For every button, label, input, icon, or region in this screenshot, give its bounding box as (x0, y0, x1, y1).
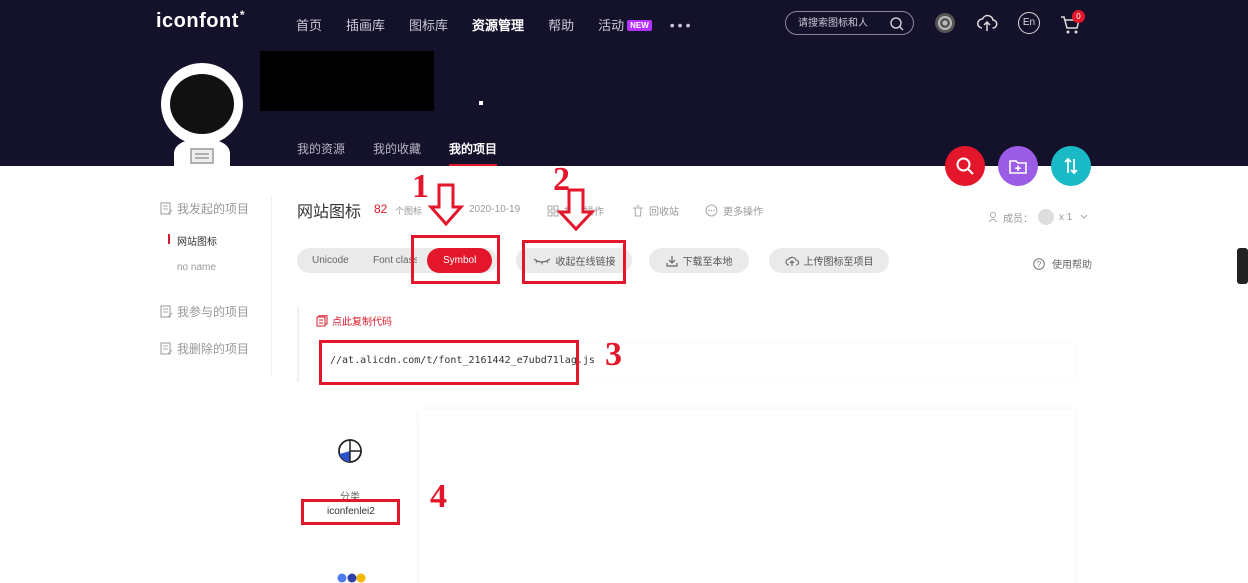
svg-text:?: ? (1037, 260, 1042, 269)
sidebar-item-label: no name (177, 262, 216, 273)
logo-mark: * (239, 8, 246, 22)
download-label: 下载至本地 (682, 257, 733, 268)
page-scrollbar[interactable] (1237, 248, 1248, 284)
cart-count-badge: 0 (1072, 10, 1085, 23)
astronaut-avatar (161, 63, 243, 166)
usage-help-label: 使用帮助 (1052, 260, 1092, 271)
annotation-arrow-2 (557, 188, 595, 232)
more-circle-icon (705, 204, 718, 217)
annotation-box-1 (411, 235, 500, 284)
profile-tabs: 我的资源 我的收藏 我的项目 (297, 140, 525, 166)
icon-count: 82 (374, 202, 388, 216)
trash-icon (633, 205, 643, 216)
copy-icon (316, 314, 328, 326)
member-avatar (1038, 209, 1054, 225)
new-project-fab-button[interactable] (998, 146, 1038, 186)
annotation-box-2 (522, 240, 626, 284)
annotation-number-3: 3 (605, 336, 622, 373)
search-icon (956, 157, 974, 175)
upload-cloud-icon (785, 256, 799, 266)
redacted-username (260, 51, 434, 111)
project-doc-icon (160, 342, 173, 355)
colored-dots-icon (337, 573, 366, 583)
code-area-border (297, 307, 299, 382)
copy-code-link[interactable]: 点此复制代码 (316, 313, 392, 328)
project-date: 2020-10-19 (469, 204, 521, 215)
members-control[interactable]: 成员： x 1 (988, 209, 1088, 225)
search-fab-button[interactable] (945, 146, 985, 186)
top-header: iconfont* 首页 插画库 图标库 资源管理 帮助 活动NEW ••• E… (0, 0, 1248, 166)
upload-to-project-button[interactable]: 上传图标至项目 (769, 248, 889, 273)
nav-resource-management[interactable]: 资源管理 (472, 15, 524, 34)
project-doc-icon (160, 202, 173, 215)
search-box (785, 11, 914, 35)
nav-activity-label: 活动 (598, 18, 625, 33)
members-label: 成员： (1003, 213, 1033, 225)
more-nav-button[interactable]: ••• (670, 17, 694, 33)
copy-code-label: 点此复制代码 (332, 317, 392, 328)
tab-my-resources[interactable]: 我的资源 (297, 140, 345, 166)
download-button[interactable]: 下载至本地 (649, 248, 749, 273)
search-input[interactable] (798, 15, 888, 31)
sidebar-group-deleted[interactable]: 我删除的项目 (160, 340, 249, 357)
search-icon[interactable] (889, 16, 905, 32)
profile-dot (479, 101, 483, 105)
annotation-number-1: 1 (412, 168, 429, 205)
chevron-down-icon (1080, 214, 1088, 219)
main-nav: 首页 插画库 图标库 资源管理 帮助 活动 NEW ••• (296, 15, 693, 34)
upload-cloud-icon[interactable] (976, 12, 998, 34)
sort-fab-button[interactable] (1051, 146, 1091, 186)
annotation-number-4: 4 (430, 478, 447, 515)
icon-content-card (419, 410, 1075, 583)
annotation-arrow-1 (428, 183, 464, 227)
members-count: x 1 (1059, 211, 1073, 223)
sidebar-item-no-name[interactable]: no name (170, 262, 216, 273)
nav-icon-library[interactable]: 图标库 (409, 15, 448, 34)
upload-label: 上传图标至项目 (803, 257, 874, 268)
logo-text: iconfont (156, 10, 239, 32)
more-ops-label: 更多操作 (723, 207, 763, 218)
nav-illustrations[interactable]: 插画库 (346, 15, 385, 34)
nav-activity[interactable]: 活动 NEW (598, 15, 652, 34)
members-icon (988, 212, 998, 223)
page: iconfont* 首页 插画库 图标库 资源管理 帮助 活动NEW ••• E… (0, 0, 1248, 583)
recycle-bin-label: 回收站 (649, 207, 679, 218)
annotation-box-4 (301, 499, 400, 525)
sidebar-group-started[interactable]: 我发起的项目 (160, 200, 249, 217)
usage-help-link[interactable]: ? 使用帮助 (1033, 256, 1092, 271)
category-pie-icon (338, 439, 362, 463)
language-switch[interactable]: En (1018, 12, 1040, 34)
question-circle-icon: ? (1033, 257, 1045, 270)
more-ops-button[interactable]: 更多操作 (705, 203, 763, 218)
tab-unicode[interactable]: Unicode (312, 248, 349, 273)
download-icon (665, 255, 678, 267)
sidebar-item-label: 网站图标 (177, 237, 217, 248)
folder-add-icon (1009, 160, 1027, 174)
sidebar-group-deleted-label: 我删除的项目 (177, 342, 250, 356)
project-doc-icon (160, 305, 173, 318)
sidebar-group-started-label: 我发起的项目 (177, 202, 250, 216)
logo[interactable]: iconfont* (156, 8, 246, 33)
sidebar-group-joined[interactable]: 我参与的项目 (160, 303, 249, 320)
sidebar-divider (271, 196, 272, 376)
sort-arrows-icon (1064, 157, 1078, 175)
user-avatar-icon[interactable] (934, 12, 956, 34)
tab-my-favorites[interactable]: 我的收藏 (373, 140, 421, 166)
new-badge: NEW (627, 20, 652, 31)
tab-my-projects[interactable]: 我的项目 (449, 140, 498, 166)
sidebar-group-joined-label: 我参与的项目 (177, 305, 250, 319)
recycle-bin-button[interactable]: 回收站 (632, 203, 679, 218)
nav-home[interactable]: 首页 (296, 15, 322, 34)
annotation-box-3 (319, 340, 579, 385)
project-title: 网站图标 (297, 204, 362, 221)
sidebar-item-website-icons[interactable]: 网站图标 (168, 233, 217, 248)
icon-count-label: 个图标 (395, 206, 423, 216)
nav-help[interactable]: 帮助 (548, 15, 574, 34)
